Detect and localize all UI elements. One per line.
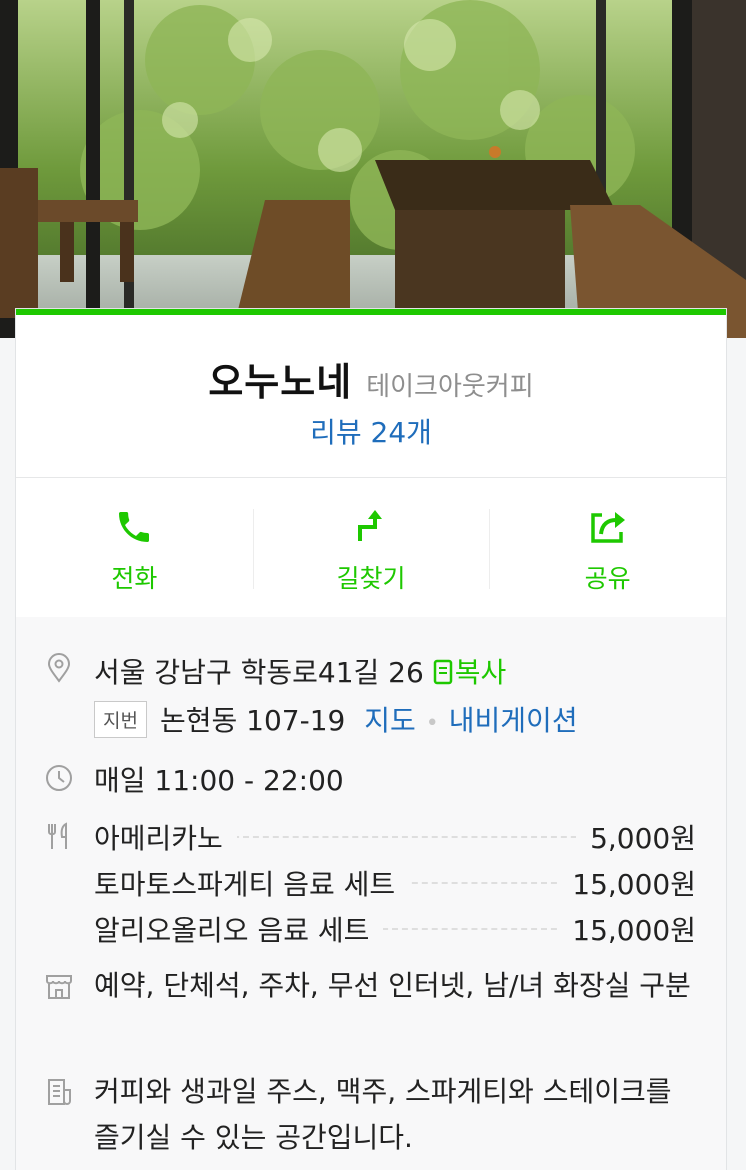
menu-item: 아메리카노 5,000원 (94, 817, 696, 857)
review-count-link[interactable]: 리뷰 24개 (16, 411, 726, 451)
info-section: 서울 강남구 학동로41길 26 복사 지번 논현동 107-19 지도 • 내비게… (16, 617, 726, 1170)
share-icon (586, 505, 630, 549)
navigation-link[interactable]: 내비게이션 (449, 704, 578, 737)
facilities-text: 예약, 단체석, 주차, 무선 인터넷, 남/녀 화장실 구분 (94, 969, 691, 1002)
place-category: 테이크아웃커피 (366, 372, 534, 402)
clock-icon (44, 763, 74, 793)
jibun-address: 논현동 107-19 (160, 704, 346, 737)
menu-item: 토마토스파게티 음료 세트 15,000원 (94, 863, 696, 903)
road-address-row: 서울 강남구 학동로41길 26 복사 (94, 651, 506, 691)
description-text: 커피와 생과일 주스, 맥주, 스파게티와 스테이크를 즐기실 수 있는 공간입… (94, 1075, 672, 1154)
call-label: 전화 (111, 564, 158, 593)
call-button[interactable]: 전화 (16, 483, 253, 617)
fork-knife-icon (44, 821, 74, 851)
separator-dot: • (425, 711, 439, 736)
phone-icon (112, 505, 156, 549)
business-hours: 매일 11:00 - 22:00 (94, 764, 344, 797)
copy-label: 복사 (454, 656, 507, 689)
directions-label: 길찾기 (336, 564, 406, 593)
store-icon (44, 971, 74, 1001)
menu-item-price: 15,000원 (558, 863, 696, 903)
location-pin-icon (44, 653, 74, 683)
directions-button[interactable]: 길찾기 (252, 483, 490, 617)
menu-item-price: 5,000원 (576, 817, 696, 857)
menu-item-price: 15,000원 (558, 909, 696, 949)
share-button[interactable]: 공유 (489, 483, 726, 617)
menu-item-name: 알리오올리오 음료 세트 (94, 909, 384, 949)
directions-icon (349, 505, 393, 549)
hero-photo (0, 0, 746, 338)
copy-icon (433, 659, 452, 685)
title-row: 오누노네 테이크아웃커피 (16, 351, 726, 406)
document-icon (44, 1077, 74, 1107)
map-link[interactable]: 지도 (364, 704, 416, 737)
jibun-tag: 지번 (94, 701, 147, 738)
place-card: 오누노네 테이크아웃커피 리뷰 24개 전화 길찾기 공유 서울 강남구 학동로… (16, 309, 726, 1170)
place-name: 오누노네 (208, 360, 353, 404)
road-address: 서울 강남구 학동로41길 26 (94, 656, 424, 689)
action-bar: 전화 길찾기 공유 (16, 483, 726, 617)
share-label: 공유 (584, 564, 631, 593)
copy-button[interactable]: 복사 (433, 656, 507, 689)
jibun-row: 논현동 107-19 지도 • 내비게이션 (160, 699, 578, 739)
menu-item-name: 아메리카노 (94, 817, 237, 857)
menu-item-name: 토마토스파게티 음료 세트 (94, 863, 410, 903)
menu-item: 알리오올리오 음료 세트 15,000원 (94, 909, 696, 949)
divider (16, 477, 726, 478)
